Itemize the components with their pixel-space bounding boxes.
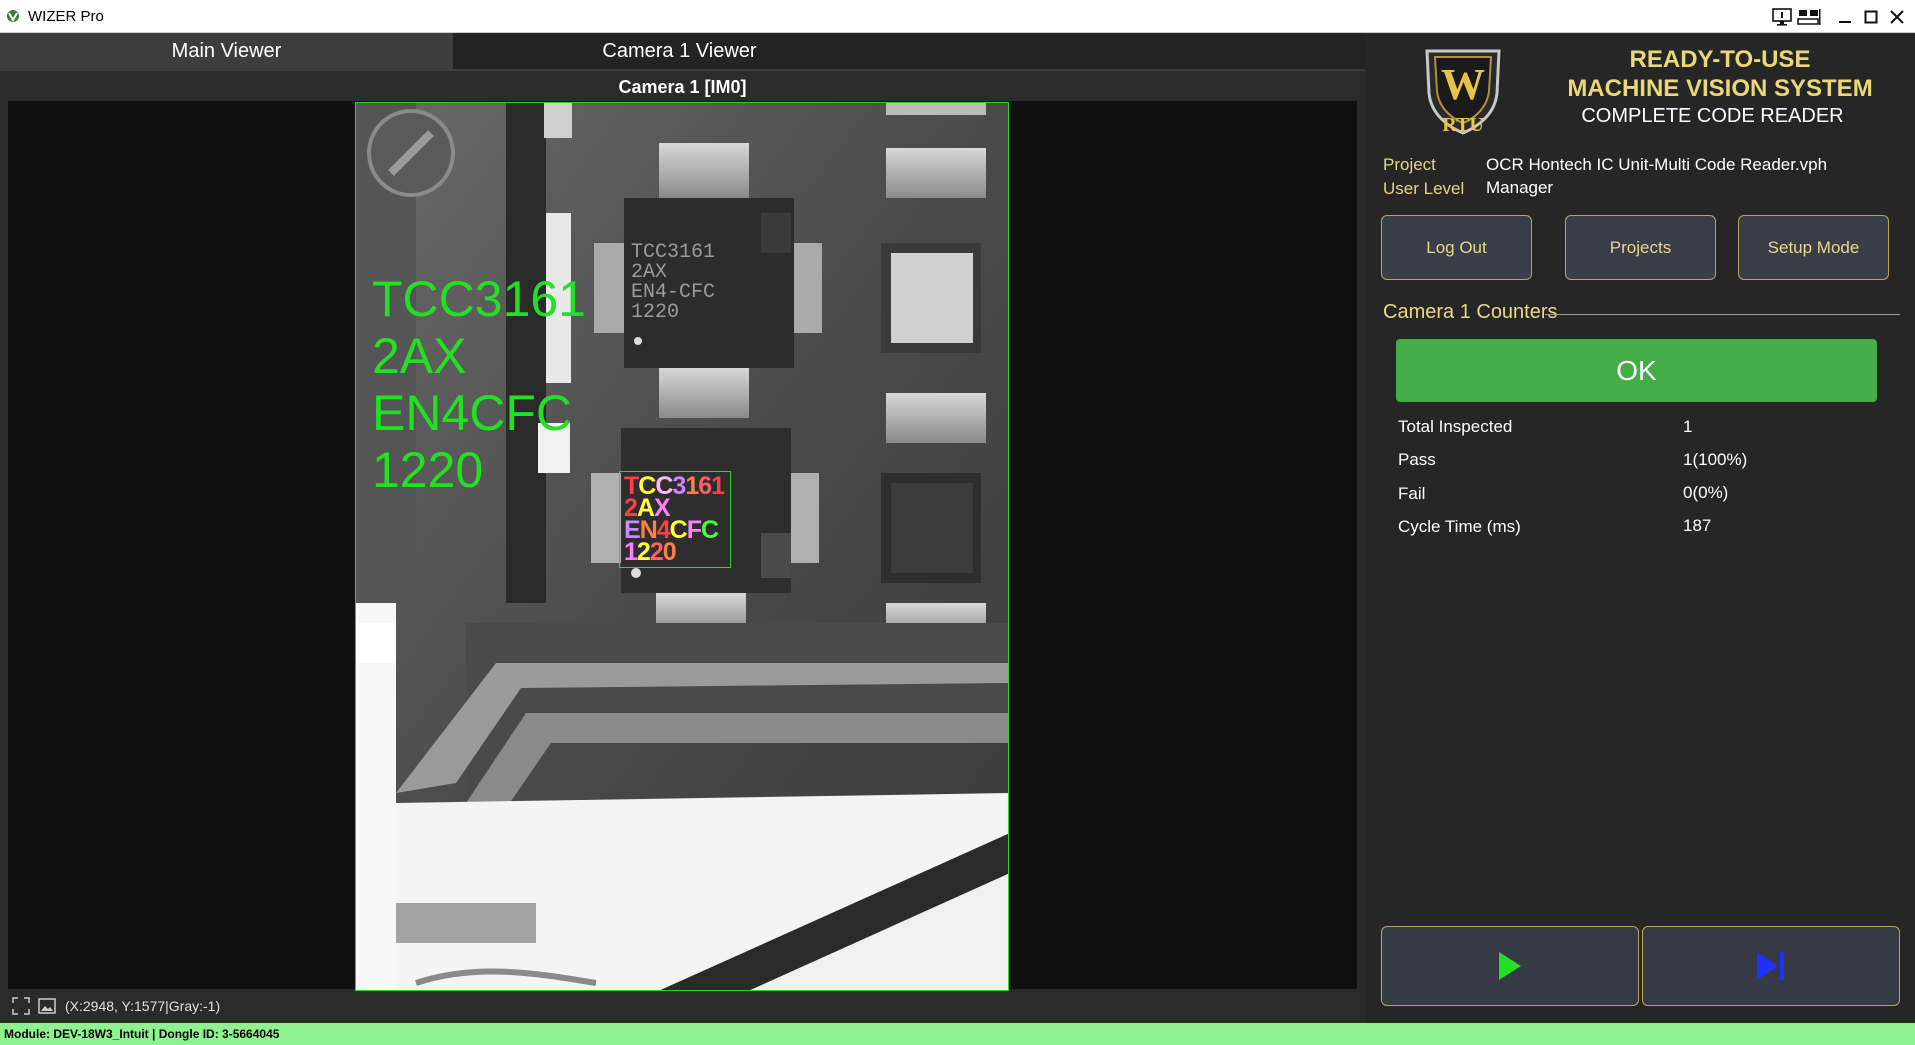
counters-title: Camera 1 Counters [1383,301,1558,323]
app-icon [7,10,19,23]
network-icon[interactable] [1796,4,1822,30]
ocr-result-line: TCC3161 [372,271,586,327]
chip-marking-line: 2AX [631,261,668,284]
log-out-button[interactable]: Log Out [1381,215,1532,280]
project-value: OCR Hontech IC Unit-Multi Code Reader.vp… [1486,155,1828,174]
ocr-overlay-char: 2 [636,538,651,566]
window-title: WIZER Pro [28,8,104,25]
stat-label: Total Inspected [1398,417,1513,436]
status-bar: Module: DEV-18W3_Intuit | Dongle ID: 3-5… [0,1023,1915,1045]
ocr-result-line: 1220 [372,442,484,498]
ocr-result-line: EN4CFC [372,385,573,441]
rtu-logo: W RTU [1425,49,1501,135]
close-icon[interactable] [1884,4,1910,30]
run-button[interactable] [1381,926,1639,1006]
control-panel: W RTU READY-TO-USE MACHINE VISION SYSTEM… [1365,33,1915,1023]
camera-title: Camera 1 [IM0] [618,77,747,97]
stat-value: 0(0%) [1683,483,1729,502]
user-level-value: Manager [1486,178,1554,197]
project-label: Project [1383,155,1436,174]
minimize-icon[interactable] [1832,4,1858,30]
ocr-overlay-char: 2 [649,538,664,566]
setup-mode-button[interactable]: Setup Mode [1738,215,1889,280]
title-bar: WIZER Pro [0,0,1915,33]
ocr-overlay-char: 3 [672,472,686,500]
ocr-overlay-char: F [686,516,702,544]
brand-line-2: MACHINE VISION SYSTEM [1567,75,1873,102]
ocr-result-line: 2AX [372,328,467,384]
user-level-label: User Level [1383,179,1465,198]
ocr-overlay-char: C [701,516,719,544]
stat-label: Cycle Time (ms) [1398,517,1521,536]
projects-button[interactable]: Projects [1565,215,1716,280]
tab-divider [0,69,1365,71]
step-forward-icon [1757,952,1784,980]
maximize-icon[interactable] [1858,4,1884,30]
camera-image[interactable]: TCC3161 2AX EN4-CFC 1220 TCC3161 2AX EN4… [355,102,1009,991]
ocr-overlay-char: 1 [685,472,699,500]
ocr-char-overlay: TCC3161 2AX EN4CFC 1220 [624,472,725,566]
tab-main-viewer[interactable]: Main Viewer [0,33,453,69]
image-icon[interactable] [38,997,56,1015]
coordinate-bar: (X:2948, Y:1577|Gray:-1) [0,991,1365,1021]
viewer-tabs: Main Viewer Camera 1 Viewer [0,33,1365,69]
viewer-panel: Main Viewer Camera 1 Viewer Camera 1 [IM… [0,33,1365,1023]
chip-marking: TCC3161 2AX EN4-CFC 1220 [631,243,715,323]
cursor-coordinates: (X:2948, Y:1577|Gray:-1) [65,998,221,1014]
brand-line-1: READY-TO-USE [1629,46,1811,73]
stat-value: 1 [1683,417,1693,436]
stat-value: 187 [1683,516,1712,535]
module-info: Module: DEV-18W3_Intuit | Dongle ID: 3-5… [4,1027,280,1041]
ocr-overlay-char: 6 [698,472,712,500]
chip-marking-line: EN4-CFC [631,281,716,304]
ocr-overlay-char: 1 [624,538,638,566]
counters-divider [1545,314,1900,315]
ocr-overlay-char: 0 [662,538,677,566]
brand-subtitle: COMPLETE CODE READER [1581,105,1844,127]
ocr-overlay-line: 1220 [624,538,724,566]
logo-text: RTU [1442,114,1484,135]
chip-marking-line: 1220 [631,301,680,324]
stat-label: Pass [1398,450,1436,469]
single-step-button[interactable] [1642,926,1900,1006]
play-icon [1499,952,1521,980]
inspection-status-banner: OK [1396,339,1877,402]
brand-title: READY-TO-USE MACHINE VISION SYSTEM [1525,45,1915,103]
ocr-result-text: TCC3161 2AX EN4CFC 1220 [372,271,586,499]
ocr-overlay-char: 1 [711,472,725,500]
remote-desktop-icon[interactable] [1770,4,1796,30]
stat-label: Fail [1398,484,1426,503]
fit-screen-icon[interactable] [12,997,30,1015]
logo-letter: W [1441,60,1485,109]
chip-marking-line: TCC3161 [631,241,716,264]
tab-camera-1-viewer[interactable]: Camera 1 Viewer [453,33,906,69]
stat-value: 1(100%) [1683,450,1748,469]
